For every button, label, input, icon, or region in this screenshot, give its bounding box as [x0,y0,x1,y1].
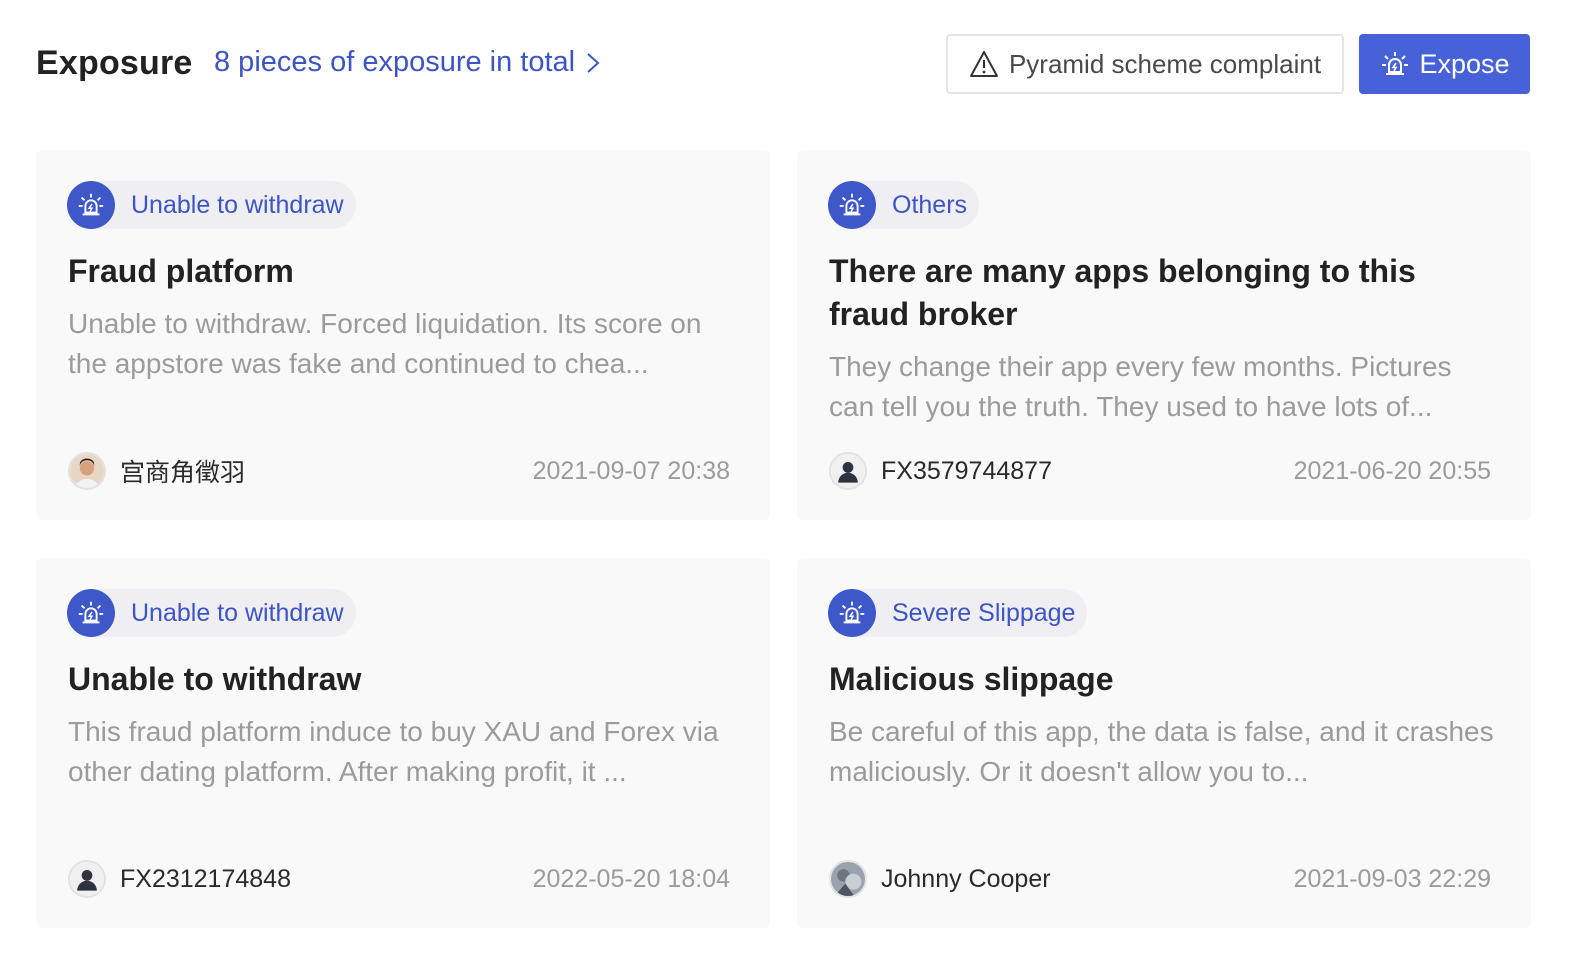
post-date: 2021-09-07 20:38 [532,457,730,485]
author-name: FX2312174848 [120,864,291,893]
category-label: Severe Slippage [892,598,1076,627]
card-description: They change their app every few months. … [829,351,1452,422]
expose-button[interactable]: Expose [1359,34,1530,94]
post-date: 2022-05-20 18:04 [532,865,730,893]
card-description: This fraud platform induce to buy XAU an… [68,716,719,787]
author-name: Johnny Cooper [881,864,1051,893]
category-tag: Unable to withdraw [67,181,356,229]
post-date: 2021-06-20 20:55 [1293,457,1491,485]
post-date: 2021-09-03 22:29 [1293,865,1491,893]
exposure-card[interactable]: Unable to withdraw Unable to withdraw Th… [36,558,770,928]
author-name: 宫商角徵羽 [120,459,246,487]
complaint-button-label: Pyramid scheme complaint [1008,48,1322,79]
category-tag: Unable to withdraw [67,589,356,637]
card-title: Unable to withdraw [68,661,362,697]
author-info[interactable]: FX3579744877 [829,452,1052,490]
exposure-card[interactable]: Severe Slippage Malicious slippage Be ca… [797,558,1531,928]
author-info[interactable]: FX2312174848 [68,860,291,898]
category-label: Others [892,190,968,219]
total-exposure-label: 8 pieces of exposure in total [214,46,576,78]
pyramid-complaint-button[interactable]: Pyramid scheme complaint [946,34,1344,94]
exposure-header: Exposure 8 pieces of exposure in total P… [36,34,1530,94]
exposure-card[interactable]: Others There are many apps belonging to … [797,150,1531,520]
card-title: There are many apps belonging to this fr… [829,253,1416,332]
default-user-avatar [68,860,106,898]
photo-avatar [68,452,106,490]
card-title: Malicious slippage [829,661,1114,697]
author-info[interactable]: Johnny Cooper [829,860,1051,898]
card-description: Unable to withdraw. Forced liquidation. … [68,308,702,379]
category-tag: Severe Slippage [828,589,1088,637]
section-title: Exposure [36,44,193,82]
category-tag: Others [828,181,980,229]
alarm-icon [828,181,876,229]
alarm-icon [1382,52,1409,75]
exposure-card[interactable]: Unable to withdraw Fraud platform Unable… [36,150,770,520]
alarm-icon [67,589,115,637]
default-user-avatar [829,452,867,490]
category-label: Unable to withdraw [131,598,344,627]
photo-avatar [829,860,867,898]
warning-icon [969,51,998,77]
card-title: Fraud platform [68,253,294,289]
expose-button-label: Expose [1419,48,1510,79]
alarm-icon [828,589,876,637]
author-info[interactable]: 宫商角徵羽 [68,452,245,490]
category-label: Unable to withdraw [131,190,344,219]
total-exposure-link[interactable]: 8 pieces of exposure in total [214,46,603,79]
alarm-icon [67,181,115,229]
chevron-right-icon [587,52,600,73]
card-description: Be careful of this app, the data is fals… [829,716,1494,787]
author-name: FX3579744877 [881,456,1052,485]
